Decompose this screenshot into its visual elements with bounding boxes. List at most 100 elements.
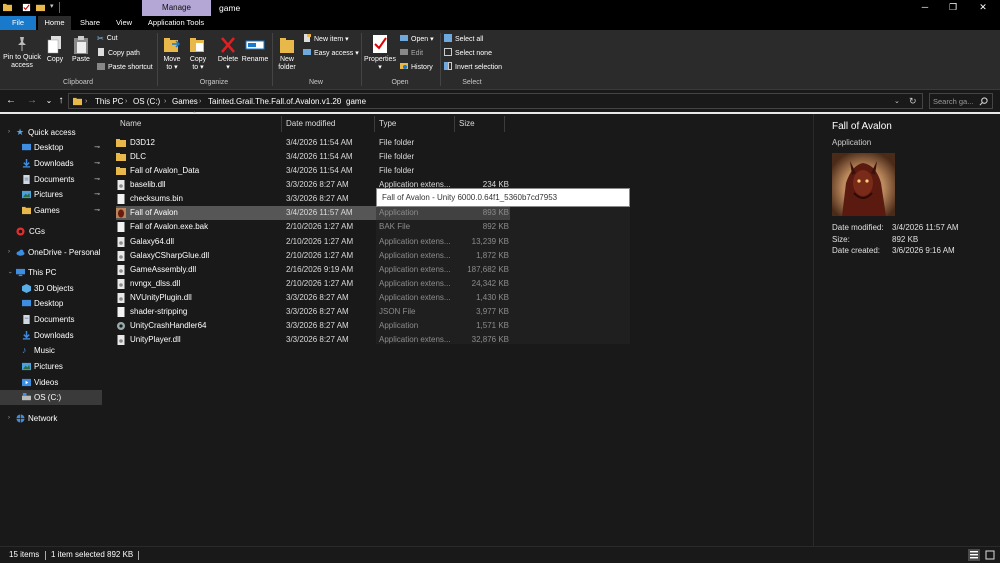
nav-quick-access[interactable]: › ★ Quick access bbox=[0, 125, 102, 140]
file-date-modified: 3/3/2026 8:27 AM bbox=[286, 335, 349, 344]
properties-label: Properties bbox=[364, 56, 396, 63]
nav-network[interactable]: › Network bbox=[0, 411, 102, 426]
desktop-icon bbox=[22, 143, 31, 151]
dll-file-icon bbox=[117, 250, 125, 261]
search-icon[interactable] bbox=[979, 97, 988, 106]
invert-selection-button[interactable]: Invert selection bbox=[444, 62, 502, 72]
manage-context-tab[interactable]: Manage bbox=[142, 0, 211, 16]
table-row[interactable]: Fall of Avalon_Data 3/4/2026 11:54 AM File… bbox=[116, 164, 510, 178]
delete-dropdown-icon[interactable]: ▾ bbox=[215, 64, 241, 72]
breadcrumb-os-c[interactable]: OS (C:) bbox=[133, 94, 160, 109]
new-folder-icon[interactable] bbox=[36, 3, 45, 12]
tab-file[interactable]: File bbox=[0, 16, 36, 30]
expand-chevron-icon[interactable]: › bbox=[8, 245, 10, 260]
properties-button[interactable]: Properties ▾ bbox=[362, 34, 398, 72]
nav-documents[interactable]: Documents ⊸ bbox=[0, 172, 102, 187]
column-header-date-modified[interactable]: Date modified bbox=[282, 116, 375, 132]
address-dropdown-icon[interactable]: ⌄ bbox=[894, 94, 900, 109]
nav-videos[interactable]: Videos bbox=[0, 375, 102, 390]
nav-pc-downloads[interactable]: Downloads bbox=[0, 328, 102, 343]
maximize-button[interactable]: ❐ bbox=[938, 0, 968, 16]
edit-button[interactable]: Edit bbox=[400, 48, 423, 58]
up-button[interactable]: ↑ bbox=[54, 93, 68, 109]
nav-3d-objects[interactable]: 3D Objects bbox=[0, 281, 102, 296]
nav-label: This PC bbox=[28, 268, 57, 277]
breadcrumb-this-pc[interactable]: This PC bbox=[95, 94, 123, 109]
column-header-size[interactable]: Size bbox=[455, 116, 505, 132]
tab-home[interactable]: Home bbox=[38, 16, 71, 30]
close-button[interactable]: ✕ bbox=[968, 0, 998, 16]
nav-games[interactable]: Games ⊸ bbox=[0, 203, 102, 218]
details-view-icon[interactable] bbox=[968, 549, 980, 561]
cube-icon bbox=[22, 284, 31, 293]
breadcrumb-separator[interactable]: › bbox=[337, 94, 339, 109]
titlebar-divider bbox=[59, 2, 60, 13]
nav-pc-documents[interactable]: Documents bbox=[0, 312, 102, 327]
nav-os-c[interactable]: OS (C:) bbox=[0, 390, 102, 405]
file-name: D3D12 bbox=[130, 138, 155, 147]
search-box[interactable] bbox=[929, 93, 993, 109]
breadcrumb[interactable]: › This PC › OS (C:) › Games › Tainted.Gr… bbox=[68, 93, 923, 109]
paste-button[interactable]: Paste bbox=[70, 36, 92, 64]
column-header-type[interactable]: Type bbox=[375, 116, 455, 132]
search-input[interactable] bbox=[933, 94, 979, 108]
new-folder-button[interactable]: New folder bbox=[274, 36, 300, 72]
pin-icon: ⊸ bbox=[94, 144, 100, 151]
minimize-button[interactable]: ─ bbox=[910, 0, 940, 16]
tab-application-tools[interactable]: Application Tools bbox=[144, 16, 208, 30]
large-icons-view-icon[interactable] bbox=[984, 549, 996, 561]
delete-button[interactable]: Delete ▾ bbox=[215, 36, 241, 72]
copy-button[interactable]: Copy bbox=[44, 36, 66, 64]
ribbon-tabs: File Home Share View Application Tools bbox=[0, 16, 1000, 30]
easy-access-button[interactable]: Easy access ▾ bbox=[303, 48, 359, 58]
breadcrumb-separator[interactable]: › bbox=[164, 94, 166, 109]
breadcrumb-separator[interactable]: › bbox=[85, 94, 87, 109]
paste-shortcut-button[interactable]: Paste shortcut bbox=[97, 62, 153, 72]
breadcrumb-game[interactable]: game bbox=[346, 94, 366, 109]
expand-chevron-icon[interactable]: › bbox=[2, 272, 17, 274]
table-row[interactable]: D3D12 3/4/2026 11:54 AM File folder bbox=[116, 136, 510, 150]
properties-dropdown-icon[interactable]: ▾ bbox=[362, 64, 398, 72]
select-all-button[interactable]: Select all bbox=[444, 34, 483, 44]
cut-button[interactable]: ✂ Cut bbox=[97, 34, 118, 43]
star-icon: ★ bbox=[16, 127, 25, 137]
breadcrumb-tainted-grail[interactable]: Tainted.Grail.The.Fall.of.Avalon.v1.20 bbox=[208, 94, 341, 109]
open-button[interactable]: Open ▾ bbox=[400, 34, 434, 44]
copy-path-button[interactable]: Copy path bbox=[97, 48, 140, 58]
expand-chevron-icon[interactable]: › bbox=[8, 411, 10, 426]
tab-view[interactable]: View bbox=[112, 16, 136, 30]
breadcrumb-games[interactable]: Games bbox=[172, 94, 198, 109]
rename-button[interactable]: Rename bbox=[241, 36, 269, 64]
refresh-icon[interactable]: ↻ bbox=[909, 94, 917, 109]
copy-path-icon bbox=[98, 48, 104, 56]
nav-music[interactable]: ♪ Music bbox=[0, 343, 102, 358]
select-all-icon bbox=[444, 34, 452, 42]
new-item-button[interactable]: New item ▾ bbox=[303, 34, 349, 44]
expand-chevron-icon[interactable]: › bbox=[8, 125, 10, 140]
back-button[interactable]: ← bbox=[4, 93, 18, 109]
nav-label: OneDrive - Personal bbox=[28, 248, 101, 257]
select-none-button[interactable]: Select none bbox=[444, 48, 492, 58]
properties-icon[interactable] bbox=[22, 3, 31, 12]
table-row[interactable]: DLC 3/4/2026 11:54 AM File folder bbox=[116, 150, 510, 164]
history-button[interactable]: History bbox=[400, 62, 433, 72]
nav-downloads[interactable]: Downloads ⊸ bbox=[0, 156, 102, 171]
copy-to-button[interactable]: Copy to ▾ bbox=[186, 36, 210, 72]
nav-onedrive[interactable]: › OneDrive - Personal bbox=[0, 245, 102, 260]
dll-file-icon bbox=[117, 292, 125, 303]
move-to-button[interactable]: Move to ▾ bbox=[160, 36, 184, 72]
quick-access-dropdown-icon[interactable]: ▾ bbox=[50, 2, 54, 10]
breadcrumb-separator[interactable]: › bbox=[125, 94, 127, 109]
nav-pictures[interactable]: Pictures ⊸ bbox=[0, 187, 102, 202]
breadcrumb-separator[interactable]: › bbox=[199, 94, 201, 109]
nav-desktop[interactable]: Desktop ⊸ bbox=[0, 140, 102, 155]
nav-cgs[interactable]: CGs bbox=[0, 224, 102, 239]
column-header-name[interactable]: Name bbox=[116, 116, 282, 132]
tab-share[interactable]: Share bbox=[76, 16, 104, 30]
nav-pc-pictures[interactable]: Pictures bbox=[0, 359, 102, 374]
forward-button[interactable]: → bbox=[25, 93, 39, 109]
folder-icon bbox=[22, 206, 31, 215]
nav-this-pc[interactable]: › This PC bbox=[0, 265, 102, 280]
pin-to-quick-access-button[interactable]: Pin to Quick access bbox=[2, 36, 42, 70]
nav-pc-desktop[interactable]: Desktop bbox=[0, 296, 102, 311]
